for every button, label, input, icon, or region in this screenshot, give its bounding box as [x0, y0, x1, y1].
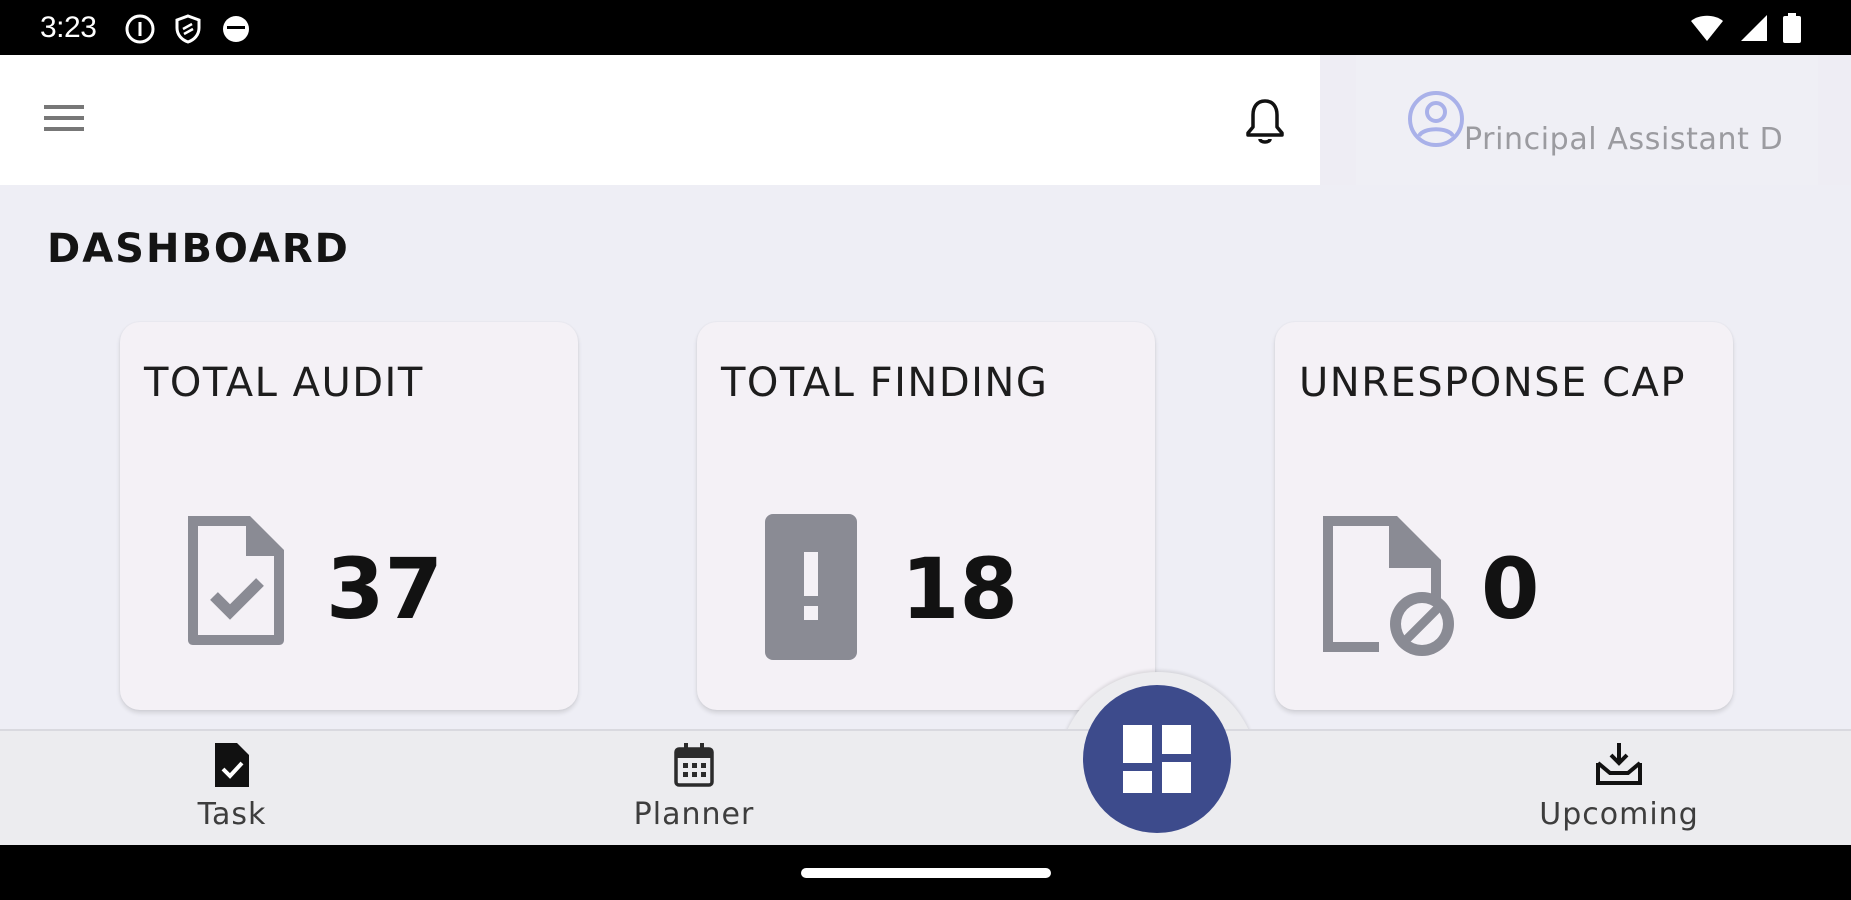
status-bar: 3:23	[0, 0, 1851, 55]
nav-label: Planner	[633, 797, 755, 832]
status-icons-right	[1689, 13, 1801, 43]
dashboard-button[interactable]	[1083, 685, 1231, 833]
gesture-bar	[0, 845, 1851, 900]
profile-name: Principal Assistant Director	[1464, 122, 1786, 157]
nav-label: Task	[197, 797, 267, 832]
card-unresponse-cap[interactable]: UNRESPONSE CAP 0	[1275, 322, 1733, 710]
battery-icon	[1783, 13, 1801, 43]
card-count: 37	[326, 540, 443, 638]
card-count: 18	[901, 540, 1018, 638]
nav-planner[interactable]: Planner	[574, 731, 814, 847]
app-bar	[0, 55, 1320, 185]
task-document-icon	[215, 743, 249, 787]
card-label: UNRESPONSE CAP	[1299, 360, 1686, 406]
card-label: TOTAL AUDIT	[144, 360, 424, 406]
card-total-finding[interactable]: TOTAL FINDING 18	[697, 322, 1155, 710]
nav-task[interactable]: Task	[112, 731, 352, 847]
bell-icon[interactable]	[1243, 97, 1287, 145]
status-icons-left	[124, 13, 252, 45]
dashboard-grid-icon	[1123, 725, 1191, 793]
page-title: DASHBOARD	[47, 226, 350, 272]
calendar-icon	[674, 743, 714, 787]
card-label: TOTAL FINDING	[721, 360, 1049, 406]
status-time: 3:23	[40, 11, 97, 44]
nav-label: Upcoming	[1539, 797, 1699, 832]
mask-icon	[223, 16, 249, 42]
shield-icon	[175, 14, 201, 44]
phone-alert-icon	[765, 514, 857, 660]
account-circle-icon	[1408, 91, 1464, 147]
card-total-audit[interactable]: TOTAL AUDIT 37	[120, 322, 578, 710]
hamburger-menu-icon[interactable]	[42, 100, 86, 136]
cellular-icon	[1741, 15, 1767, 41]
document-blocked-icon	[1323, 516, 1454, 656]
wifi-icon	[1691, 15, 1723, 41]
document-check-icon	[188, 516, 284, 645]
inbox-arrow-icon	[1596, 743, 1642, 785]
info-icon	[125, 14, 155, 44]
card-count: 0	[1481, 540, 1540, 638]
profile-button[interactable]: Principal Assistant Director	[1356, 55, 1818, 185]
nav-upcoming[interactable]: Upcoming	[1499, 731, 1739, 847]
home-gesture-handle[interactable]	[801, 868, 1051, 878]
profile-area[interactable]: Principal Assistant Director	[1320, 55, 1851, 185]
bottom-navigation: Task Planner Upcoming	[0, 729, 1851, 847]
